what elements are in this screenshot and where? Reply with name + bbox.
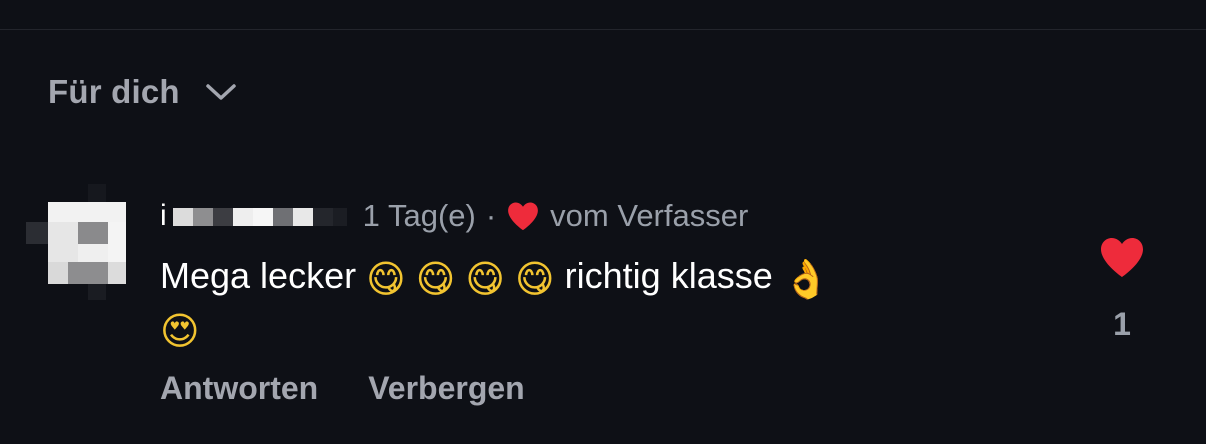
avatar-pixel [78,244,108,262]
sort-label: Für dich [48,73,180,110]
redacted-pixel [232,208,253,226]
username-initial: i [160,199,167,232]
avatar-pixel [88,284,106,300]
yum-emoji: 😋 [415,257,456,301]
yum-emoji: 😋 [366,257,406,301]
avatar-pixel [78,222,108,244]
redacted-pixel [192,208,213,226]
yum-emoji: 😋 [515,257,555,301]
avatar-pixel [108,262,126,284]
avatar-pixel [68,262,108,284]
username-redacted [172,208,347,226]
avatar-pixel [48,222,78,262]
avatar[interactable] [26,184,126,300]
comment-text: Mega lecker 😋 😋 😋 😋 richtig klasse 👌 😍 [160,250,990,354]
redacted-pixel [312,208,333,226]
author-liked-label: vom Verfasser [550,198,749,233]
like-count: 1 [1113,306,1131,342]
comment-meta: i 1 Tag(e) · vom Verfasser [160,196,1040,236]
heart-icon [508,202,539,231]
redacted-pixel [212,208,233,226]
comment-text-mid: richtig klasse [564,255,773,296]
comment-actions: Antworten Verbergen [160,370,525,407]
like-button[interactable]: 1 [1096,236,1148,343]
meta-separator: · [485,198,497,233]
redacted-pixel [252,208,273,226]
redacted-pixel [292,208,313,226]
reply-button[interactable]: Antworten [160,370,318,407]
avatar-pixel [26,222,48,244]
avatar-pixel [108,222,126,262]
top-divider [0,29,1206,30]
comment: i 1 Tag(e) · vom Verfasser Mega lecker 😋… [160,196,1040,354]
username[interactable]: i [160,196,347,236]
avatar-pixel [48,262,68,284]
avatar-pixel [88,184,106,204]
heart-eyes-emoji: 😍 [160,309,200,353]
ok-hand-emoji: 👌 [782,257,831,301]
heart-icon [1101,238,1143,277]
yum-emoji: 😋 [465,257,506,301]
comment-age: 1 Tag(e) [362,198,476,233]
redacted-pixel [332,208,347,226]
sort-dropdown[interactable]: Für dich [48,70,238,114]
hide-button[interactable]: Verbergen [368,370,525,407]
chevron-down-icon [206,84,236,100]
redacted-pixel [172,208,193,226]
redacted-pixel [272,208,293,226]
comment-text-start: Mega lecker [160,255,357,296]
